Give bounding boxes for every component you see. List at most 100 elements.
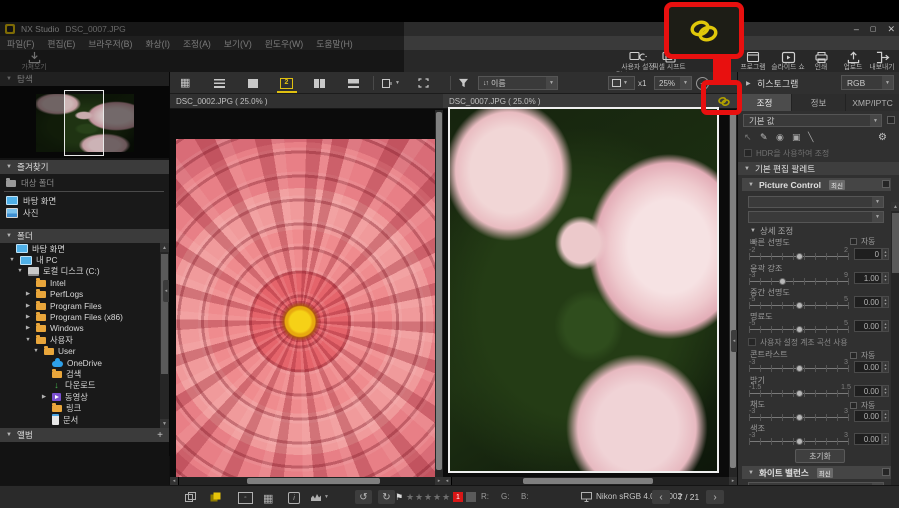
stepper-icon[interactable]: ▲▼ xyxy=(882,272,889,284)
star-icon[interactable]: ★ xyxy=(433,492,441,503)
white-balance-header[interactable]: ▼ 화이트 밸런스 최신 xyxy=(742,466,891,479)
zoom-1to1-button[interactable]: x1 xyxy=(638,77,646,89)
undo-button[interactable]: ↺ xyxy=(355,490,372,504)
edit-palette-header[interactable]: ▼ 기본 편집 팔레트 xyxy=(738,162,899,175)
left-pane-horizontal-scrollbar[interactable] xyxy=(179,477,435,485)
scroll-left-icon[interactable]: ◂ xyxy=(170,477,178,485)
import-button[interactable]: 가져오기 xyxy=(14,51,54,72)
menu-browser[interactable]: 브라우저(B) xyxy=(88,37,132,50)
expander-icon[interactable]: ▼ xyxy=(8,257,16,263)
right-pane-vertical-scrollbar[interactable] xyxy=(729,110,737,477)
tree-item-searches[interactable]: 검색 xyxy=(0,368,169,379)
favorite-pictures[interactable]: 사진 xyxy=(0,207,169,218)
zoom-level-dropdown[interactable]: 25% ▼ xyxy=(654,76,692,90)
star-icon[interactable]: ★ xyxy=(424,492,432,503)
tree-item-program-files-x86[interactable]: ▶Program Files (x86) xyxy=(0,311,169,322)
stepper-icon[interactable]: ▲▼ xyxy=(882,410,889,422)
slider-thumb[interactable] xyxy=(796,414,803,421)
stepper-icon[interactable]: ▲▼ xyxy=(882,320,889,332)
pane-tab-left[interactable]: DSC_0002.JPG ( 25.0% ) xyxy=(170,94,443,109)
slider-thumb[interactable] xyxy=(796,302,803,309)
slider-value[interactable]: 0.00 xyxy=(854,320,882,332)
menu-adjust[interactable]: 조정(A) xyxy=(183,37,211,50)
add-album-button[interactable]: + xyxy=(157,430,163,441)
print-button[interactable]: 인쇄 xyxy=(806,51,836,72)
scroll-right-icon[interactable]: ▸ xyxy=(435,477,443,485)
birdseye-icon[interactable]: ▫ xyxy=(238,492,253,504)
scroll-down-icon[interactable]: ▼ xyxy=(160,419,169,428)
image-left-dahlia[interactable] xyxy=(176,139,440,477)
upload-button[interactable]: 업로드 xyxy=(838,51,868,72)
tree-item-downloads[interactable]: ↓다운로드 xyxy=(0,380,169,391)
expander-icon[interactable]: ▶ xyxy=(24,291,32,297)
info-overlay-icon[interactable]: i xyxy=(288,492,300,504)
minimize-button[interactable]: – xyxy=(854,24,859,34)
flag-icon[interactable]: ⚑ xyxy=(395,492,403,503)
scroll-up-icon[interactable]: ▲ xyxy=(891,202,899,211)
compare-mode-icon[interactable] xyxy=(185,492,197,502)
preset-checkbox[interactable] xyxy=(887,116,895,124)
stepper-icon[interactable]: ▲▼ xyxy=(882,433,889,445)
two-image-compare-view-icon[interactable]: 2 xyxy=(280,77,293,89)
scroll-up-icon[interactable]: ▲ xyxy=(160,243,169,252)
slider-thumb[interactable] xyxy=(796,390,803,397)
expander-icon[interactable]: ▶ xyxy=(40,394,48,400)
previous-image-button[interactable]: ‹ xyxy=(652,490,670,504)
folders-section-header[interactable]: ▼ 폴더 xyxy=(0,229,169,243)
slider-value[interactable]: 0.00 xyxy=(854,361,882,373)
right-pane-horizontal-scrollbar[interactable] xyxy=(452,477,729,485)
slider-track[interactable] xyxy=(749,365,849,372)
favorites-section-header[interactable]: ▼ 즐겨찾기 xyxy=(0,160,169,174)
thumbnail-options-dropdown[interactable]: ▼ xyxy=(382,77,400,89)
slider-thumb[interactable] xyxy=(796,326,803,333)
white-balance-checkbox[interactable] xyxy=(882,468,890,476)
picture-control-header[interactable]: ▼ Picture Control 최신 xyxy=(742,178,891,191)
slider-thumb[interactable] xyxy=(796,253,803,260)
expander-icon[interactable]: ▼ xyxy=(32,348,40,354)
expander-icon[interactable]: ▶ xyxy=(746,80,751,87)
slideshow-button[interactable]: 슬라이드 쇼 xyxy=(770,51,806,72)
filter-icon[interactable] xyxy=(458,77,469,89)
slider-track[interactable] xyxy=(749,278,849,285)
export-button[interactable]: 내보내기 xyxy=(866,51,898,72)
preset-dropdown[interactable]: 기본 값 ▼ xyxy=(743,114,882,127)
grid-overlay-icon[interactable]: ▦ xyxy=(263,492,273,505)
single-image-view-icon[interactable] xyxy=(248,77,258,89)
histogram-channel-dropdown[interactable]: RGB ▼ xyxy=(841,75,894,90)
stepper-icon[interactable]: ▲▼ xyxy=(882,248,889,260)
sync-panes-icon[interactable] xyxy=(210,492,222,502)
slider-track[interactable] xyxy=(749,302,849,309)
menu-file[interactable]: 파일(F) xyxy=(7,37,34,50)
slider-value[interactable]: 0.00 xyxy=(854,410,882,422)
histogram-overlay-icon[interactable]: ▼ xyxy=(310,492,329,502)
fit-view-dropdown[interactable]: ▼ xyxy=(608,76,635,90)
tree-item-users[interactable]: ▼사용자 xyxy=(0,334,169,345)
slider-track[interactable] xyxy=(749,414,849,421)
expander-icon[interactable]: ▶ xyxy=(24,303,32,309)
stepper-icon[interactable]: ▲▼ xyxy=(882,361,889,373)
close-button[interactable]: ✕ xyxy=(887,24,895,35)
settings-gear-icon[interactable]: ⚙ xyxy=(878,131,887,143)
multi-view-icon[interactable] xyxy=(314,77,325,89)
slider-value[interactable]: 0.00 xyxy=(854,296,882,308)
panel-scrollbar[interactable]: ▲ ▼ xyxy=(891,202,899,508)
tree-item-user[interactable]: ▼User xyxy=(0,346,169,357)
menu-edit[interactable]: 편집(E) xyxy=(47,37,75,50)
slider-value[interactable]: 0 xyxy=(854,248,882,260)
star-icon[interactable]: ★ xyxy=(442,492,450,503)
tree-item-documents[interactable]: 문서 xyxy=(0,414,169,425)
slider-thumb[interactable] xyxy=(796,438,803,445)
menu-window[interactable]: 윈도우(W) xyxy=(265,37,303,50)
expander-icon[interactable]: ▼ xyxy=(24,337,32,343)
tree-item-desktop[interactable]: 바탕 화면 xyxy=(0,243,169,254)
retouch-brush-icon[interactable]: ✎ xyxy=(760,131,768,143)
menu-image[interactable]: 화상(I) xyxy=(145,37,170,50)
slider-thumb[interactable] xyxy=(796,365,803,372)
stepper-icon[interactable]: ▲▼ xyxy=(882,385,889,397)
scroll-left-icon[interactable]: ◂ xyxy=(443,477,451,485)
menu-help[interactable]: 도움말(H) xyxy=(316,37,353,50)
color-control-point-icon[interactable]: ◉ xyxy=(776,131,784,143)
image-right-roses-selected[interactable] xyxy=(448,107,719,473)
picture-control-checkbox[interactable] xyxy=(882,180,890,188)
filmstrip-view-icon[interactable] xyxy=(348,77,359,89)
